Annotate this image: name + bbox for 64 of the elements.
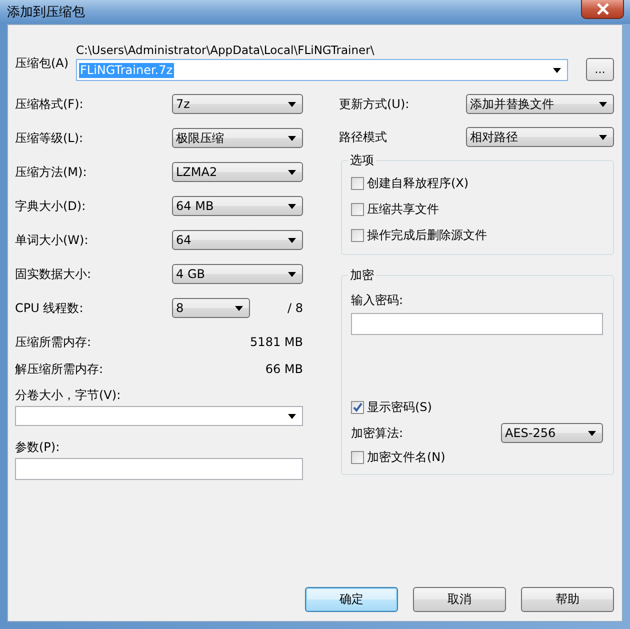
caret-icon [288,272,296,276]
dropdown[interactable]: 4 GB [172,264,303,284]
checkbox-label[interactable]: 显示密码(S) [367,398,432,416]
checkbox[interactable] [351,400,364,414]
field-label: 固实数据大小: [15,266,92,282]
dropdown[interactable]: 相对路径 [466,127,614,147]
caret-icon [288,102,296,106]
close-button[interactable] [581,0,624,19]
info-label: 压缩所需内存: [15,334,92,350]
field-label: 压缩等级(L): [15,130,84,146]
field-label: 压缩方法(M): [15,164,88,180]
thread-count: / 8 [288,301,303,315]
info-value: 66 MB [265,362,303,376]
checkbox[interactable] [351,202,364,216]
field-label: CPU 线程数: [15,300,84,316]
caret-icon [599,134,607,140]
close-icon [596,3,610,15]
field-label: 参数(P): [15,439,61,456]
checkbox[interactable] [351,228,364,242]
browse-button[interactable]: ... [586,58,614,81]
caret-icon [288,136,296,140]
text-field[interactable] [15,458,303,480]
dropdown[interactable] [15,406,303,426]
field-label: 更新方式(U): [339,96,410,112]
caret-icon [288,238,296,242]
info-label: 解压缩所需内存: [15,360,104,378]
checkbox[interactable] [351,176,364,190]
checkbox-label[interactable]: 加密文件名(N) [367,448,446,466]
caret-icon [235,306,243,310]
field-label: 加密算法: [351,424,404,442]
checkbox-label[interactable]: 压缩共享文件 [367,200,439,218]
dropdown[interactable]: AES-256 [501,423,603,443]
dropdown[interactable]: 8 [172,298,250,318]
dialog-button[interactable]: 确定 [305,587,398,612]
field-label: 路径模式 [339,128,388,146]
group-title: 加密 [348,267,376,283]
dropdown[interactable]: 7z [172,94,303,114]
window-title: 添加到压缩包 [7,4,85,21]
path-text: C:\Users\Administrator\AppData\Local\FLiNGTrainer\ [76,43,376,57]
field-label: 分卷大小，字节(V): [15,387,122,404]
field-label: 压缩格式(F): [15,96,84,112]
group-title: 选项 [348,152,376,168]
caret-icon [288,204,296,208]
dropdown[interactable]: 64 MB [172,196,303,216]
dialog-button[interactable]: 帮助 [521,587,614,612]
dialog-button[interactable]: 取消 [413,587,506,612]
checkbox-label[interactable]: 创建自释放程序(X) [367,174,469,192]
field-label: 压缩包(A) [15,54,70,72]
password-field[interactable] [351,313,603,335]
field-label: 字典大小(D): [15,198,87,214]
caret-icon [288,170,296,174]
dropdown[interactable]: 极限压缩 [172,128,303,148]
dropdown[interactable]: LZMA2 [172,162,303,182]
field-label: 单词大小(W): [15,232,90,248]
checkbox-label[interactable]: 操作完成后删除源文件 [367,226,487,244]
caret-icon [588,430,596,436]
caret-icon [599,102,607,106]
dropdown[interactable]: 添加并替换文件 [466,94,614,114]
checkbox[interactable] [351,450,364,464]
caret-icon [288,414,296,418]
dropdown[interactable]: 64 [172,230,303,250]
info-value: 5181 MB [250,335,303,349]
caret-icon [553,68,561,72]
field-label: 输入密码: [351,292,404,309]
